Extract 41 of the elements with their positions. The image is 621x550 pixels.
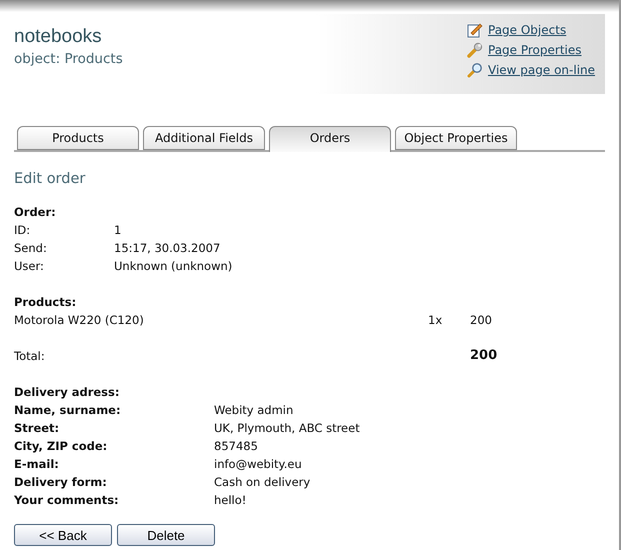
magnifier-icon [467,62,483,78]
product-name: Motorola W220 (C120) [14,312,145,329]
field-label: User: [14,258,45,275]
field-label: Your comments: [14,492,120,509]
field-label: Send: [14,240,48,257]
section-heading: Edit order [14,171,86,187]
field-value: Cash on delivery [214,474,312,491]
total-label: Total: [14,348,46,365]
field-value: info@webity.eu [214,456,303,473]
field-value: 857485 [214,438,259,455]
page-title: notebooks [14,26,103,48]
field-value: 15:17, 30.03.2007 [114,240,222,257]
group-title: Order: [14,204,57,221]
tab[interactable]: Products [17,126,139,150]
product-quantity: 1x [428,312,444,329]
field-label: ID: [14,222,32,239]
form-button[interactable]: Delete [117,524,215,546]
tab[interactable]: Object Properties [395,126,517,150]
notepad-pencil-icon [467,22,483,38]
page-link[interactable]: Page Properties [488,43,582,57]
page-link[interactable]: Page Objects [488,23,566,37]
field-label: Name, surname: [14,402,122,419]
wrench-icon [467,42,483,58]
field-label: City, ZIP code: [14,438,108,455]
group-title: Delivery adress: [14,384,120,401]
product-price: 200 [470,312,493,329]
field-value: 1 [114,222,122,239]
form-button[interactable]: << Back [14,524,112,546]
field-value: hello! [214,492,248,509]
field-value: Webity admin [214,402,294,419]
tab[interactable]: Additional Fields [143,126,265,150]
field-label: E-mail: [14,456,60,473]
group-title: Products: [14,294,78,311]
total-value: 200 [470,347,498,365]
page-subtitle: object: Products [14,51,123,67]
field-label: Delivery form: [14,474,108,491]
page-link[interactable]: View page on-line [488,63,596,77]
field-value: UK, Plymouth, ABC street [214,420,361,437]
field-label: Street: [14,420,60,437]
tab[interactable]: Orders [269,126,391,152]
field-value: Unknown (unknown) [114,258,234,275]
